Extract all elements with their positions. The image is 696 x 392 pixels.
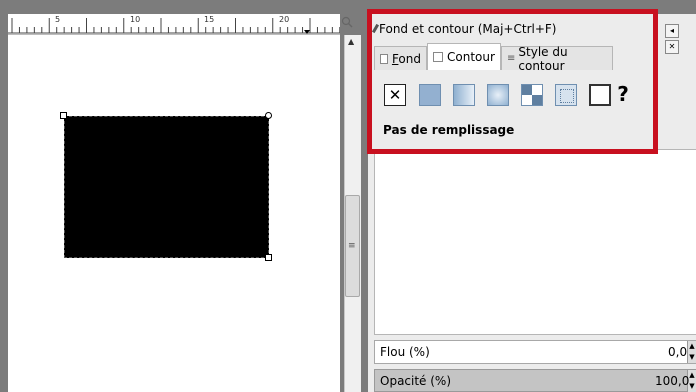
scroll-up-arrow-icon[interactable]: ▲ — [348, 37, 354, 46]
radial-gradient-button[interactable] — [487, 84, 509, 106]
no-paint-icon: ✕ — [388, 86, 402, 104]
horizontal-ruler: 5 10 15 20 — [8, 14, 340, 35]
linear-gradient-button[interactable] — [453, 84, 475, 106]
ruler-label-15: 15 — [204, 15, 215, 24]
ruler-label-10: 10 — [130, 15, 141, 24]
paint-type-label: Pas de remplissage — [383, 123, 515, 137]
dock-iconify-icon[interactable]: ◂ — [665, 24, 679, 38]
brush-icon — [371, 23, 380, 34]
resize-handle-top-left[interactable] — [60, 112, 67, 119]
unknown-paint-icon: ? — [617, 82, 629, 106]
corner-radius-handle[interactable] — [265, 112, 272, 119]
paint-settings-area — [374, 149, 696, 335]
dock-title-text: Fond et contour (Maj+Ctrl+F) — [379, 22, 557, 36]
zoom-icon[interactable] — [341, 16, 355, 30]
dock-title-buttons: ◂✕ — [665, 22, 696, 54]
tab-contour[interactable]: Contour — [427, 43, 501, 70]
ruler-label-20: 20 — [279, 15, 290, 24]
tab-fond[interactable]: Fond — [374, 46, 427, 70]
fill-tab-icon — [380, 53, 388, 64]
unknown-paint-button[interactable]: ? — [612, 84, 634, 106]
blur-label: Flou (%) — [380, 345, 430, 359]
selected-rectangle[interactable] — [64, 116, 269, 258]
resize-handle-bottom-right[interactable] — [265, 254, 272, 261]
scrollbar-grip-icon: ≡ — [348, 241, 356, 251]
tab-style-du-contour[interactable]: ≡ Style du contour — [501, 44, 613, 73]
dock-title: Fond et contour (Maj+Ctrl+F) — [371, 22, 557, 36]
swatch-icon — [560, 89, 574, 103]
opacity-label: Opacité (%) — [380, 374, 452, 388]
stroke-tab-icon — [433, 52, 443, 62]
pattern-icon — [522, 95, 542, 105]
blur-value[interactable]: 0,0 — [668, 345, 687, 359]
unset-paint-button[interactable] — [589, 84, 611, 106]
tab-style-label: Style du contour — [518, 44, 568, 73]
opacity-value[interactable]: 100,0 — [655, 374, 689, 388]
pattern-button[interactable] — [521, 84, 543, 106]
tab-fond-label: Fond — [392, 52, 421, 66]
swatch-button[interactable] — [555, 84, 577, 106]
blur-spin-arrows-icon[interactable]: ▲ ▼ — [687, 341, 696, 363]
flat-color-button[interactable] — [419, 84, 441, 106]
stroke-style-icon: ≡ — [507, 53, 516, 64]
no-paint-button[interactable]: ✕ — [384, 84, 406, 106]
dock-close-icon[interactable]: ✕ — [665, 40, 679, 54]
tab-contour-label: Contour — [447, 50, 495, 64]
ruler-label-5: 5 — [55, 15, 61, 24]
tab-fond-rest: ond — [398, 51, 421, 66]
